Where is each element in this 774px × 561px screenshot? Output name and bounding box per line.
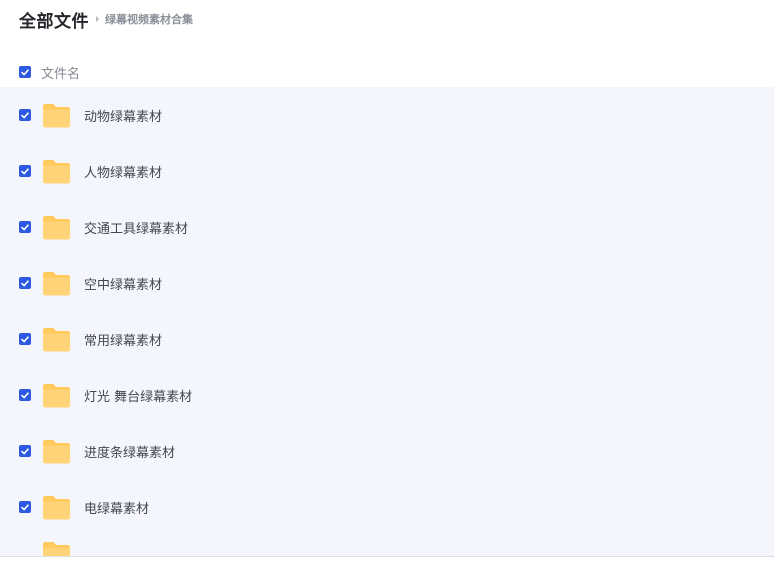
checkmark-icon (21, 223, 29, 230)
folder-icon (42, 103, 71, 128)
checkmark-icon (21, 447, 29, 454)
row-checkbox[interactable] (19, 501, 31, 513)
breadcrumb: 全部文件 绿幕视频素材合集 (19, 6, 193, 32)
row-checkbox[interactable] (19, 389, 31, 401)
folder-icon (42, 439, 71, 464)
checkmark-icon (21, 391, 29, 398)
file-row[interactable]: 电绿幕素材 (0, 479, 774, 535)
row-checkbox[interactable] (19, 221, 31, 233)
row-checkbox[interactable] (19, 165, 31, 177)
file-name[interactable]: 进度条绿幕素材 (84, 442, 175, 461)
file-name[interactable]: 常用绿幕素材 (84, 330, 162, 349)
list-header: 文件名 (0, 60, 774, 84)
row-checkbox[interactable] (19, 333, 31, 345)
row-checkbox[interactable] (19, 109, 31, 121)
file-row[interactable]: 常用绿幕素材 (0, 311, 774, 367)
checkmark-icon (21, 335, 29, 342)
checkmark-icon (21, 503, 29, 510)
file-browser: 全部文件 绿幕视频素材合集 文件名 动物绿幕素材 人物绿幕素材交通工具绿幕素材 空中… (0, 0, 774, 561)
column-header-filename[interactable]: 文件名 (41, 63, 80, 82)
file-row[interactable]: 空中绿幕素材 (0, 255, 774, 311)
file-row[interactable]: 人物绿幕素材 (0, 143, 774, 199)
file-name[interactable]: 人物绿幕素材 (84, 162, 162, 181)
breadcrumb-separator-icon (96, 16, 99, 22)
file-row[interactable]: 交通工具绿幕素材 (0, 199, 774, 255)
folder-icon (42, 271, 71, 296)
folder-icon (42, 495, 71, 520)
select-all-checkbox[interactable] (19, 66, 31, 78)
file-row[interactable]: 灯光 舞台绿幕素材 (0, 367, 774, 423)
file-row-partial[interactable] (0, 535, 774, 556)
checkmark-icon (21, 279, 29, 286)
checkmark-icon (21, 111, 29, 118)
row-checkbox[interactable] (19, 277, 31, 289)
file-row[interactable]: 动物绿幕素材 (0, 87, 774, 143)
file-list: 动物绿幕素材 人物绿幕素材交通工具绿幕素材 空中绿幕素材 常用绿幕素材灯光 舞台绿幕素… (0, 87, 774, 556)
breadcrumb-root-link[interactable]: 全部文件 (19, 7, 89, 32)
file-name[interactable]: 灯光 舞台绿幕素材 (84, 386, 192, 405)
file-row[interactable]: 进度条绿幕素材 (0, 423, 774, 479)
checkmark-icon (21, 68, 29, 75)
folder-icon (42, 383, 71, 408)
file-name[interactable]: 交通工具绿幕素材 (84, 218, 188, 237)
file-name[interactable]: 电绿幕素材 (84, 498, 149, 517)
file-name[interactable]: 空中绿幕素材 (84, 274, 162, 293)
list-bottom-divider (0, 556, 774, 557)
file-name[interactable]: 动物绿幕素材 (84, 106, 162, 125)
checkmark-icon (21, 167, 29, 174)
breadcrumb-current-folder: 绿幕视频素材合集 (105, 13, 193, 26)
folder-icon (42, 215, 71, 240)
folder-icon (42, 541, 71, 556)
folder-icon (42, 159, 71, 184)
row-checkbox[interactable] (19, 445, 31, 457)
folder-icon (42, 327, 71, 352)
